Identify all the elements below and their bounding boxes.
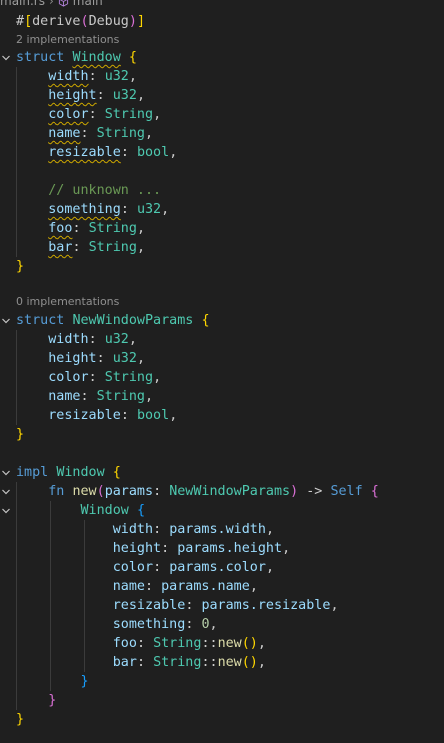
code-line-derive[interactable]: #[derive(Debug)] xyxy=(0,12,145,31)
code-line-struct-params[interactable]: struct NewWindowParams { xyxy=(0,311,210,330)
cube-icon xyxy=(58,0,68,7)
breadcrumb: main.rs › main xyxy=(0,0,103,9)
code-line-fn-new[interactable]: fn new(params: NewWindowParams) -> Self … xyxy=(0,482,379,501)
code-line-impl-window[interactable]: impl Window { xyxy=(0,463,121,482)
codelens-params-implementations[interactable]: 0 implementations xyxy=(16,295,119,309)
codelens-window-implementations[interactable]: 2 implementations xyxy=(16,33,119,47)
breadcrumb-symbol[interactable]: main xyxy=(73,0,103,8)
breadcrumb-separator: › xyxy=(48,0,54,8)
code-line-struct-window[interactable]: struct Window { xyxy=(0,48,137,67)
code-line-window-init[interactable]: Window { xyxy=(0,501,146,520)
breadcrumb-file[interactable]: main.rs xyxy=(0,0,45,8)
